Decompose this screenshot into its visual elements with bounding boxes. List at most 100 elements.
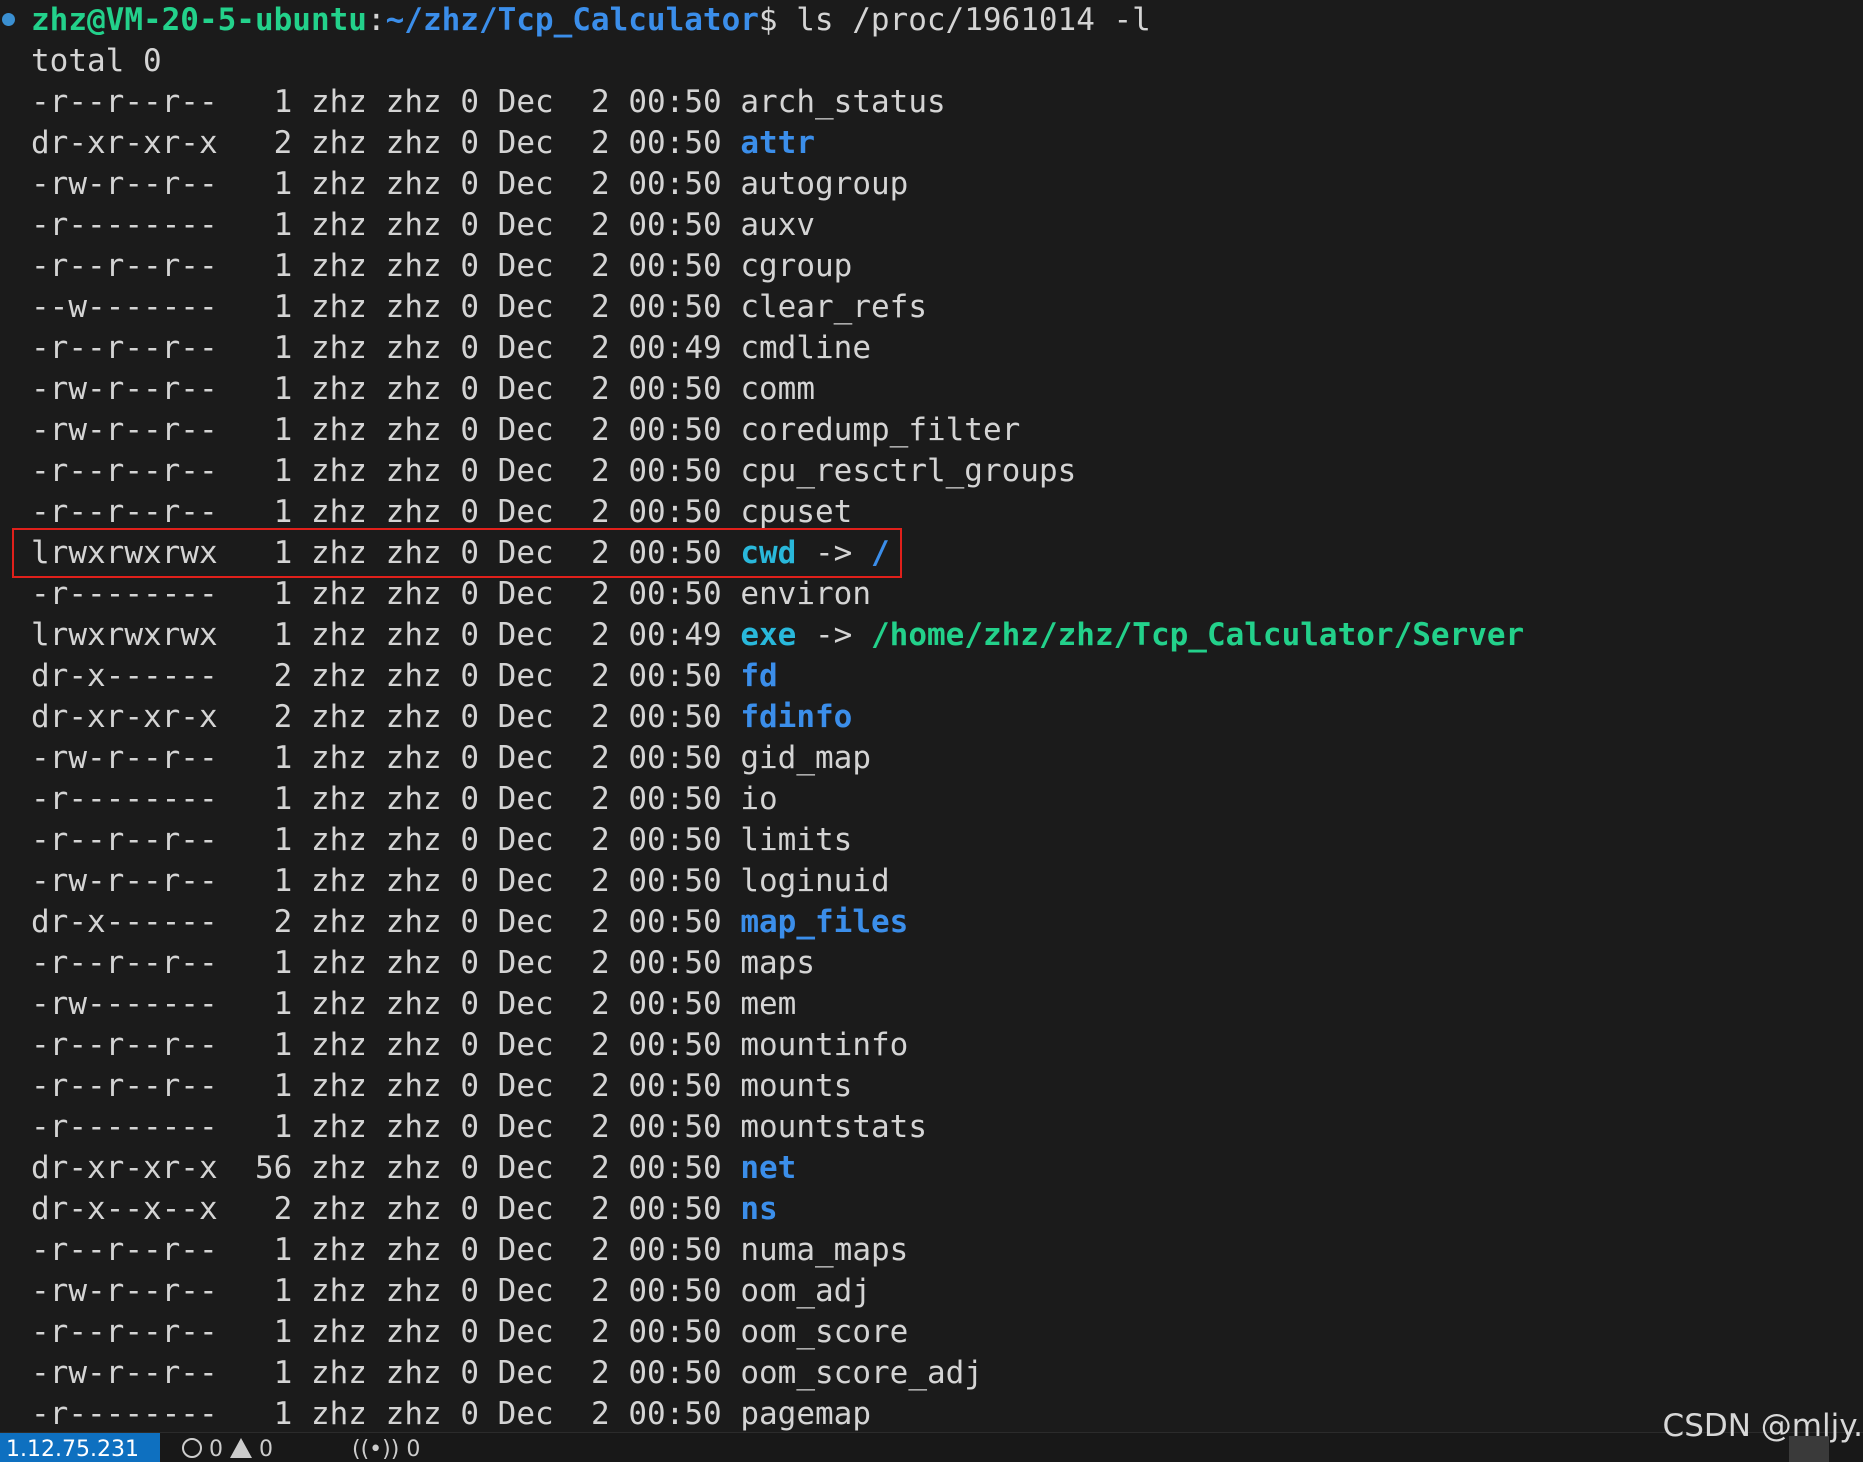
prompt-line: zhz@VM-20-5-ubuntu:~/zhz/Tcp_Calculator$… [31,0,1151,41]
group-field: zhz [385,576,442,612]
terminal-panel[interactable]: zhz@VM-20-5-ubuntu:~/zhz/Tcp_Calculator$… [0,0,1863,1432]
perm-field: -r--r--r-- [31,822,237,858]
ls-row: -rw-r--r-- 1 zhz zhz 0 Dec 2 00:50 gid_m… [31,738,871,779]
links-field: 1 [254,576,293,612]
watermark: CSDN @mljy. [1662,1408,1863,1444]
entry-name: mem [740,986,797,1022]
owner-field: zhz [310,1027,367,1063]
time-field: 00:50 [628,740,722,776]
time-field: 00:50 [628,945,722,981]
problems-indicator[interactable]: 0 0 [182,1433,273,1462]
perm-field: -rw-r--r-- [31,1273,237,1309]
month-field: Dec [497,289,554,325]
ports-indicator[interactable]: ((•)) 0 [352,1433,420,1462]
group-field: zhz [385,289,442,325]
day-field: 2 [572,576,610,612]
links-field: 1 [254,740,293,776]
entry-name: fdinfo [740,699,853,735]
day-field: 2 [572,1027,610,1063]
links-field: 1 [254,1355,293,1391]
month-field: Dec [497,617,554,653]
month-field: Dec [497,1027,554,1063]
group-field: zhz [385,904,442,940]
month-field: Dec [497,1396,554,1432]
links-field: 1 [254,371,293,407]
group-field: zhz [385,371,442,407]
time-field: 00:50 [628,1027,722,1063]
links-field: 1 [254,412,293,448]
size-field: 0 [460,1150,479,1186]
group-field: zhz [385,330,442,366]
ls-row: -r--r--r-- 1 zhz zhz 0 Dec 2 00:50 oom_s… [31,1312,908,1353]
size-field: 0 [460,699,479,735]
links-field: 1 [254,84,293,120]
size-field: 0 [460,1232,479,1268]
month-field: Dec [497,1191,554,1227]
size-field: 0 [460,453,479,489]
command-decoration-icon[interactable] [2,13,15,26]
group-field: zhz [385,207,442,243]
ls-row: -r--r--r-- 1 zhz zhz 0 Dec 2 00:50 arch_… [31,82,946,123]
time-field: 00:50 [628,822,722,858]
time-field: 00:50 [628,1314,722,1350]
entry-name: gid_map [740,740,871,776]
month-field: Dec [497,904,554,940]
size-field: 0 [460,1355,479,1391]
links-field: 1 [254,494,293,530]
month-field: Dec [497,576,554,612]
entry-name: numa_maps [740,1232,909,1268]
ls-row: -r--r--r-- 1 zhz zhz 0 Dec 2 00:50 cgrou… [31,246,852,287]
perm-field: -r--r--r-- [31,330,237,366]
warning-count: 0 [259,1437,273,1462]
entry-name: autogroup [740,166,909,202]
ls-row: -r--r--r-- 1 zhz zhz 0 Dec 2 00:50 numa_… [31,1230,908,1271]
size-field: 0 [460,740,479,776]
entry-name: ns [740,1191,778,1227]
owner-field: zhz [310,576,367,612]
perm-field: -rw-r--r-- [31,740,237,776]
ls-row: -rw-r--r-- 1 zhz zhz 0 Dec 2 00:50 login… [31,861,890,902]
ls-row: dr-x------ 2 zhz zhz 0 Dec 2 00:50 map_f… [31,902,908,943]
owner-field: zhz [310,1273,367,1309]
owner-field: zhz [310,740,367,776]
group-field: zhz [385,412,442,448]
time-field: 00:50 [628,576,722,612]
time-field: 00:50 [628,248,722,284]
perm-field: -rw-r--r-- [31,1355,237,1391]
group-field: zhz [385,166,442,202]
total-line: total 0 [31,43,162,79]
warning-triangle-icon [230,1438,252,1458]
entry-name: mountinfo [740,1027,909,1063]
month-field: Dec [497,330,554,366]
group-field: zhz [385,453,442,489]
links-field: 1 [254,986,293,1022]
ls-row: --w------- 1 zhz zhz 0 Dec 2 00:50 clear… [31,287,927,328]
command-text: ls /proc/1961014 -l [777,2,1151,38]
time-field: 00:50 [628,986,722,1022]
size-field: 0 [460,412,479,448]
owner-field: zhz [310,248,367,284]
owner-field: zhz [310,658,367,694]
group-field: zhz [385,248,442,284]
perm-field: -rw-r--r-- [31,166,237,202]
owner-field: zhz [310,699,367,735]
remote-indicator[interactable]: 1.12.75.231 [0,1433,160,1462]
owner-field: zhz [310,986,367,1022]
size-field: 0 [460,371,479,407]
links-field: 1 [254,1068,293,1104]
entry-name: coredump_filter [740,412,1021,448]
time-field: 00:50 [628,1396,722,1432]
entry-name: limits [740,822,853,858]
owner-field: zhz [310,863,367,899]
month-field: Dec [497,740,554,776]
ls-row: dr-xr-xr-x 2 zhz zhz 0 Dec 2 00:50 fdinf… [31,697,852,738]
size-field: 0 [460,1109,479,1145]
owner-field: zhz [310,1150,367,1186]
links-field: 1 [254,330,293,366]
links-field: 1 [254,945,293,981]
month-field: Dec [497,822,554,858]
month-field: Dec [497,781,554,817]
size-field: 0 [460,863,479,899]
owner-field: zhz [310,84,367,120]
links-field: 2 [254,1191,293,1227]
